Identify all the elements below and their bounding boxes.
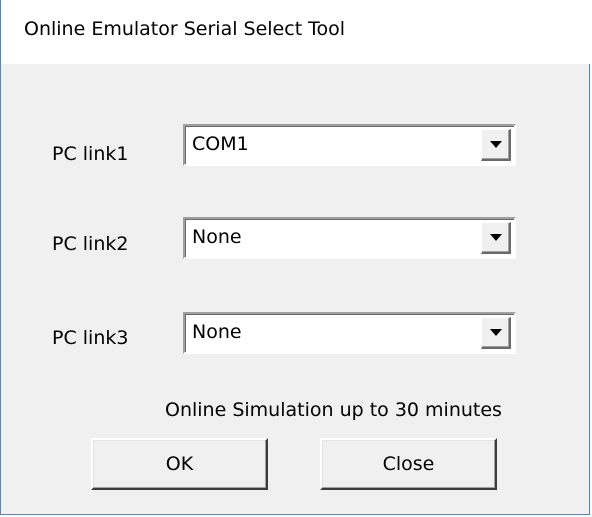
pc-link1-select[interactable]: COM1 <box>183 124 516 166</box>
pc-link2-dropdown-button[interactable] <box>481 222 511 254</box>
pc-link2-value: None <box>192 226 242 248</box>
chevron-down-icon <box>490 234 502 241</box>
ok-button[interactable]: OK <box>91 438 268 490</box>
pc-link1-label: PC link1 <box>52 143 129 165</box>
pc-link3-dropdown-button[interactable] <box>481 317 511 349</box>
title-bar[interactable]: Online Emulator Serial Select Tool <box>1 0 590 64</box>
pc-link3-label: PC link3 <box>52 327 129 349</box>
pc-link1-value: COM1 <box>192 133 249 155</box>
chevron-down-icon <box>490 329 502 336</box>
simulation-time-note: Online Simulation up to 30 minutes <box>165 399 502 421</box>
pc-link2-label: PC link2 <box>52 233 129 255</box>
pc-link2-select[interactable]: None <box>183 217 516 259</box>
close-button[interactable]: Close <box>320 438 497 490</box>
pc-link1-dropdown-button[interactable] <box>481 129 511 161</box>
chevron-down-icon <box>490 141 502 148</box>
pc-link3-value: None <box>192 321 242 343</box>
window-title: Online Emulator Serial Select Tool <box>24 18 346 40</box>
pc-link3-select[interactable]: None <box>183 312 516 354</box>
